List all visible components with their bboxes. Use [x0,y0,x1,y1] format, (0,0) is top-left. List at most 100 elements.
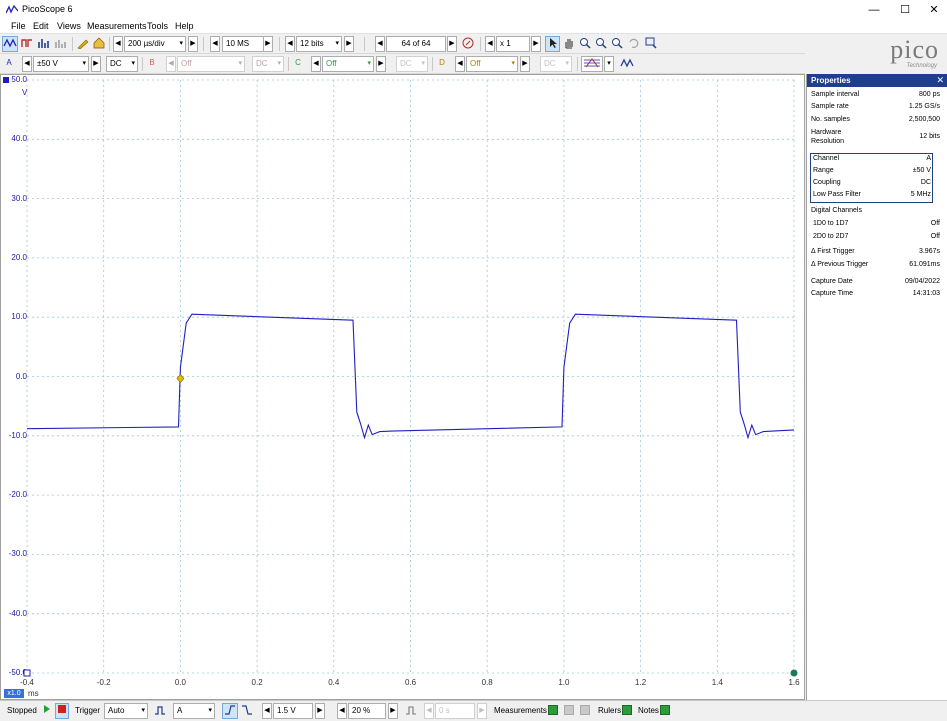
buffer-next-arrow[interactable]: ▶ [447,36,457,52]
menu-help[interactable]: Help [175,21,194,31]
chevron-down-icon: ▾ [238,60,242,67]
timebase-increase-arrow[interactable]: ▶ [188,36,198,52]
close-window-button[interactable]: ✕ [918,0,947,20]
channel-d-label[interactable]: D [435,56,449,72]
channel-a-coupling-select[interactable]: DC ▾ [106,56,138,72]
spectrum-icon [38,39,49,48]
channel-c-coupling-select[interactable]: DC ▾ [396,56,428,72]
channel-d-range-select[interactable]: Off ▾ [466,56,518,72]
channel-c-range-increase-arrow[interactable]: ▶ [376,56,386,72]
scope-mode-button[interactable] [2,36,18,52]
mso-mode-button[interactable] [53,36,69,52]
pre-trigger-input[interactable]: 20 % [348,703,386,719]
advanced-trigger-button[interactable] [152,703,168,719]
channel-d-coupling-select[interactable]: DC ▾ [540,56,572,72]
stop-button[interactable] [55,703,69,719]
pico-logo-sub: Technology [906,63,937,69]
timebase-decrease-arrow[interactable]: ◀ [113,36,123,52]
reference-waveforms-button[interactable] [618,56,636,72]
channel-b-label[interactable]: B [145,56,159,72]
menu-tools[interactable]: Tools [147,21,168,31]
channel-c-label[interactable]: C [291,56,305,72]
rulers-icon[interactable] [622,705,632,715]
pointer-tool-button[interactable] [545,36,560,52]
trigger-delay-input[interactable]: 0 s [435,703,475,719]
delay-decrease-arrow[interactable]: ◀ [424,703,434,719]
scope-view[interactable]: V 50.0 40.0 30.0 20.0 10.0 0.0 -10.0 -20.0 -30.0… [0,74,805,700]
hand-tool-button[interactable] [561,36,576,52]
rising-edge-button[interactable] [222,703,238,719]
channel-b-coupling-select[interactable]: DC ▾ [252,56,284,72]
time-scrollbar-handle[interactable] [790,669,798,677]
probe-button[interactable] [75,36,91,52]
threshold-decrease-arrow[interactable]: ◀ [262,703,272,719]
notes-icon[interactable] [660,705,670,715]
channel-d-range-decrease-arrow[interactable]: ◀ [455,56,465,72]
property-value: 12 bits [919,133,940,140]
channel-b-range-decrease-arrow[interactable]: ◀ [166,56,176,72]
property-key: Channel [813,155,840,162]
menu-measurements[interactable]: Measurements [87,21,147,31]
undo-zoom-button[interactable] [625,36,640,52]
menu-file[interactable]: File [11,21,26,31]
delete-measurement-icon[interactable] [580,705,590,715]
samples-decrease-arrow[interactable]: ◀ [210,36,220,52]
trigger-threshold-input[interactable]: 1.5 V [273,703,313,719]
property-value: 61.091ms [909,261,940,268]
menu-views[interactable]: Views [57,21,81,31]
channel-b-range-select[interactable]: Off ▾ [177,56,245,72]
pretrigger-increase-arrow[interactable]: ▶ [388,703,398,719]
channel-a-range-decrease-arrow[interactable]: ◀ [22,56,32,72]
resolution-select[interactable]: 12 bits ▾ [296,36,342,52]
edit-measurement-icon[interactable] [564,705,574,715]
x-axis-multiplier[interactable]: x1.0 [4,689,24,698]
timebase-select[interactable]: 200 µs/div ▾ [124,36,186,52]
buffer-previous-arrow[interactable]: ◀ [375,36,385,52]
menu-bar: File Edit Views Measurements Tools Help [0,20,947,34]
properties-close-button[interactable]: ✕ [936,74,944,87]
zoom-fit-button[interactable] [643,36,658,52]
axis-offset-handle[interactable] [23,669,31,677]
property-value: 3.967s [918,248,940,255]
samples-select[interactable]: 10 MS [222,36,264,52]
math-channels-button[interactable] [581,56,603,72]
start-button[interactable] [40,703,54,719]
post-trigger-delay-button[interactable] [403,703,419,719]
trigger-marker[interactable] [176,374,185,383]
samples-increase-arrow[interactable]: ▶ [263,36,273,52]
zoom-increase-arrow[interactable]: ▶ [531,36,541,52]
maximize-button[interactable]: ☐ [889,0,921,20]
pre-trigger-value: 20 % [352,706,371,715]
trigger-source-select[interactable]: A ▾ [173,703,215,719]
channel-d-range-increase-arrow[interactable]: ▶ [520,56,530,72]
buffer-navigator[interactable]: 64 of 64 [386,36,446,52]
falling-edge-button[interactable] [239,703,255,719]
buffer-overview-button[interactable] [460,36,476,52]
zoom-region-button[interactable] [609,36,624,52]
zoom-decrease-arrow[interactable]: ◀ [485,36,495,52]
resolution-decrease-arrow[interactable]: ◀ [285,36,295,52]
spectrum-mode-button[interactable] [36,36,52,52]
home-button[interactable] [91,36,107,52]
channel-c-range-select[interactable]: Off ▾ [322,56,374,72]
math-channels-dropdown[interactable]: ▾ [604,56,614,72]
pretrigger-decrease-arrow[interactable]: ◀ [337,703,347,719]
zoom-in-button[interactable] [577,36,592,52]
menu-edit[interactable]: Edit [33,21,49,31]
persistence-mode-button[interactable] [19,36,35,52]
trigger-mode-select[interactable]: Auto ▾ [104,703,148,719]
channel-a-range-increase-arrow[interactable]: ▶ [91,56,101,72]
add-measurement-icon[interactable] [548,705,558,715]
channel-c-range-decrease-arrow[interactable]: ◀ [311,56,321,72]
threshold-increase-arrow[interactable]: ▶ [315,703,325,719]
minimize-button[interactable]: — [858,0,890,20]
channel-a-range-select[interactable]: ±50 V ▾ [33,56,89,72]
channel-a-label[interactable]: A [2,56,16,72]
zoom-select[interactable]: x 1 [496,36,530,52]
resolution-increase-arrow[interactable]: ▶ [344,36,354,52]
buffer-value: 64 of 64 [401,39,431,48]
delay-increase-arrow[interactable]: ▶ [477,703,487,719]
waveform-plot[interactable] [1,75,804,699]
zoom-out-button[interactable] [593,36,608,52]
run-state-label: Stopped [7,706,37,715]
